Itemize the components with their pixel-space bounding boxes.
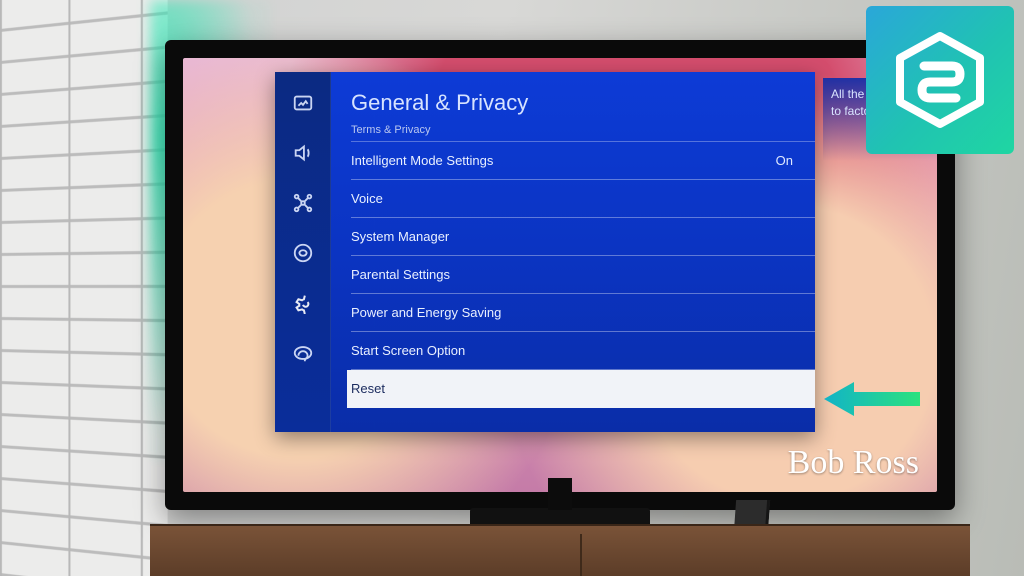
row-intelligent[interactable]: Intelligent Mode Settings On xyxy=(351,142,815,180)
row-reset-label: Reset xyxy=(351,370,385,408)
row-intelligent-value: On xyxy=(776,142,793,179)
settings-title: General & Privacy xyxy=(351,84,815,122)
picture-icon[interactable] xyxy=(288,88,318,118)
general-icon[interactable] xyxy=(288,288,318,318)
row-parental-label: Parental Settings xyxy=(351,256,450,293)
brand-logo-icon xyxy=(890,30,990,130)
settings-panel: General & Privacy Terms & Privacy Intell… xyxy=(275,72,815,432)
row-terms[interactable]: Terms & Privacy xyxy=(351,122,815,142)
brand-badge xyxy=(866,6,1014,154)
connection-icon[interactable] xyxy=(288,188,318,218)
tv-frame: General & Privacy Terms & Privacy Intell… xyxy=(165,40,955,510)
row-voice[interactable]: Voice xyxy=(351,180,815,218)
row-start[interactable]: Start Screen Option xyxy=(351,332,815,370)
row-power[interactable]: Power and Energy Saving xyxy=(351,294,815,332)
row-voice-label: Voice xyxy=(351,180,383,217)
annotation-arrow-icon xyxy=(820,382,920,416)
cabinet xyxy=(150,524,970,576)
row-system[interactable]: System Manager xyxy=(351,218,815,256)
support-icon[interactable] xyxy=(288,338,318,368)
brick-wall xyxy=(0,0,168,576)
row-start-label: Start Screen Option xyxy=(351,332,465,369)
row-terms-label: Terms & Privacy xyxy=(351,122,430,141)
row-reset[interactable]: Reset xyxy=(347,370,815,408)
row-intelligent-label: Intelligent Mode Settings xyxy=(351,142,493,179)
settings-sidebar xyxy=(275,72,331,432)
smart-icon[interactable] xyxy=(288,238,318,268)
scene-root: General & Privacy Terms & Privacy Intell… xyxy=(0,0,1024,576)
sound-icon[interactable] xyxy=(288,138,318,168)
tv-screen: General & Privacy Terms & Privacy Intell… xyxy=(183,58,937,492)
settings-main: General & Privacy Terms & Privacy Intell… xyxy=(331,72,815,432)
signature: Bob Ross xyxy=(788,444,919,482)
row-system-label: System Manager xyxy=(351,218,449,255)
row-power-label: Power and Energy Saving xyxy=(351,294,501,331)
row-parental[interactable]: Parental Settings xyxy=(351,256,815,294)
